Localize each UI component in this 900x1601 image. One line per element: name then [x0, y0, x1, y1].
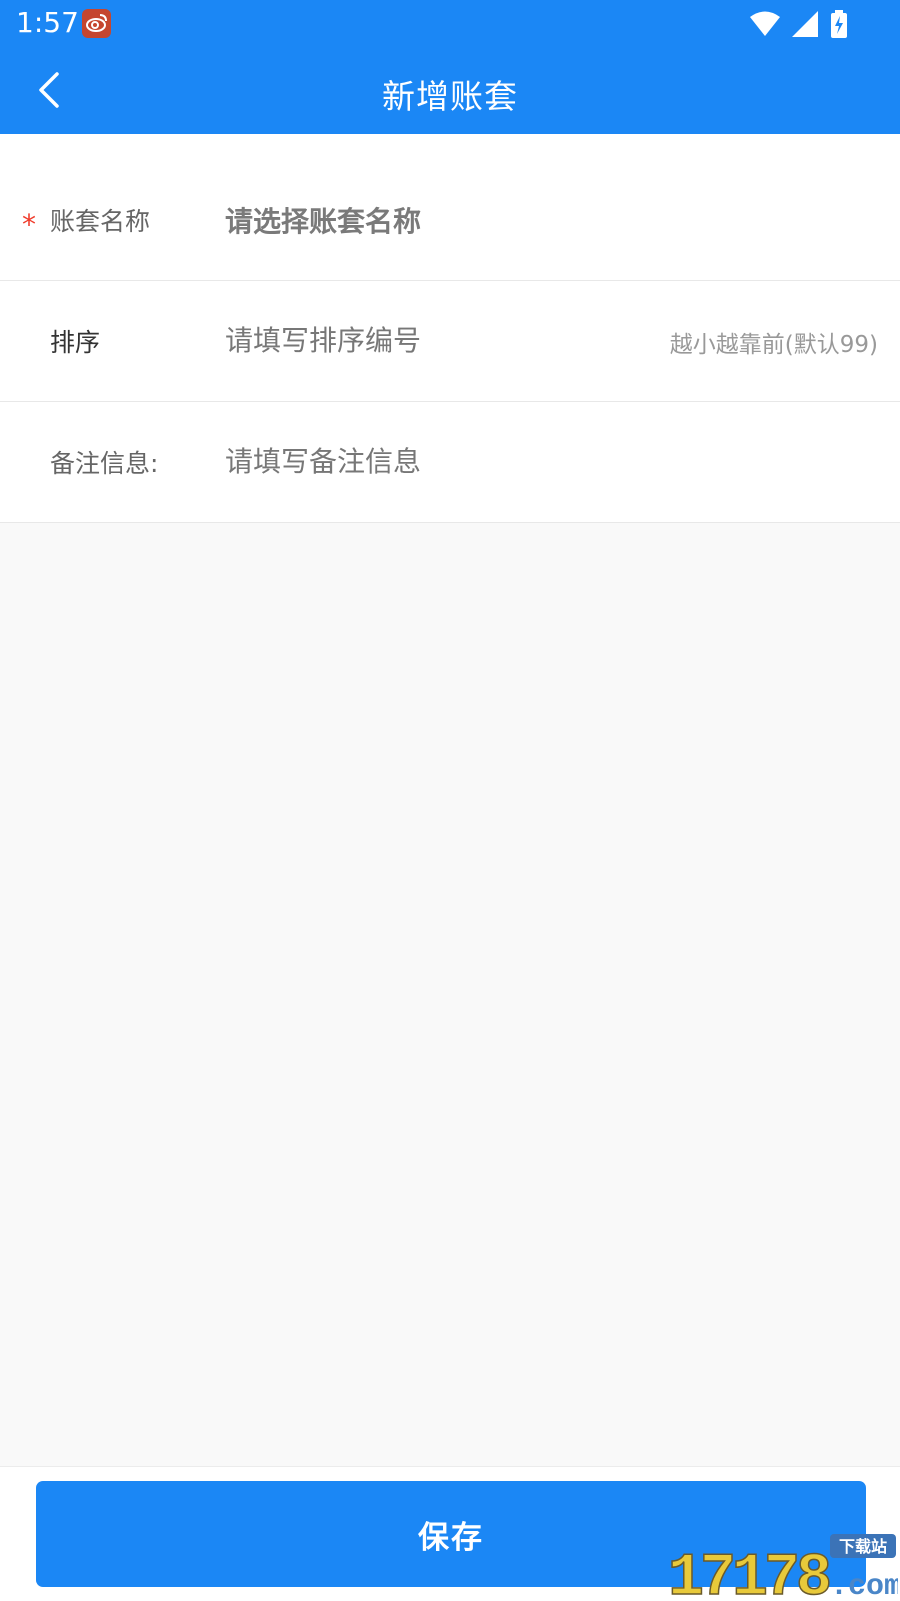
sort-label: 排序	[50, 328, 101, 357]
status-time: 1:57	[16, 6, 79, 39]
remark-input[interactable]: 请填写备注信息	[225, 440, 421, 480]
account-name-select[interactable]: 请选择账套名称	[225, 200, 421, 240]
sort-row: 排序 请填写排序编号 越小越靠前(默认99)	[0, 281, 900, 402]
account-name-row[interactable]: * 账套名称 请选择账套名称	[0, 134, 900, 281]
remark-row: 备注信息: 请填写备注信息	[0, 402, 900, 523]
bottom-bar: 保存	[0, 1466, 900, 1601]
cellular-signal-icon	[792, 11, 818, 41]
status-bar: 1:57	[0, 0, 900, 48]
battery-charging-icon	[830, 10, 848, 42]
account-name-label: 账套名称	[50, 207, 151, 236]
save-button[interactable]: 保存	[36, 1481, 866, 1587]
required-mark: *	[22, 208, 36, 241]
title-bar: 新增账套	[0, 48, 900, 134]
sort-input[interactable]: 请填写排序编号	[225, 319, 421, 359]
wifi-icon	[750, 11, 780, 41]
weibo-icon	[82, 9, 111, 38]
sort-hint: 越小越靠前(默认99)	[669, 332, 878, 358]
remark-label: 备注信息:	[50, 449, 159, 478]
page-title: 新增账套	[382, 77, 518, 116]
form: * 账套名称 请选择账套名称 排序 请填写排序编号 越小越靠前(默认99) 备注…	[0, 134, 900, 523]
